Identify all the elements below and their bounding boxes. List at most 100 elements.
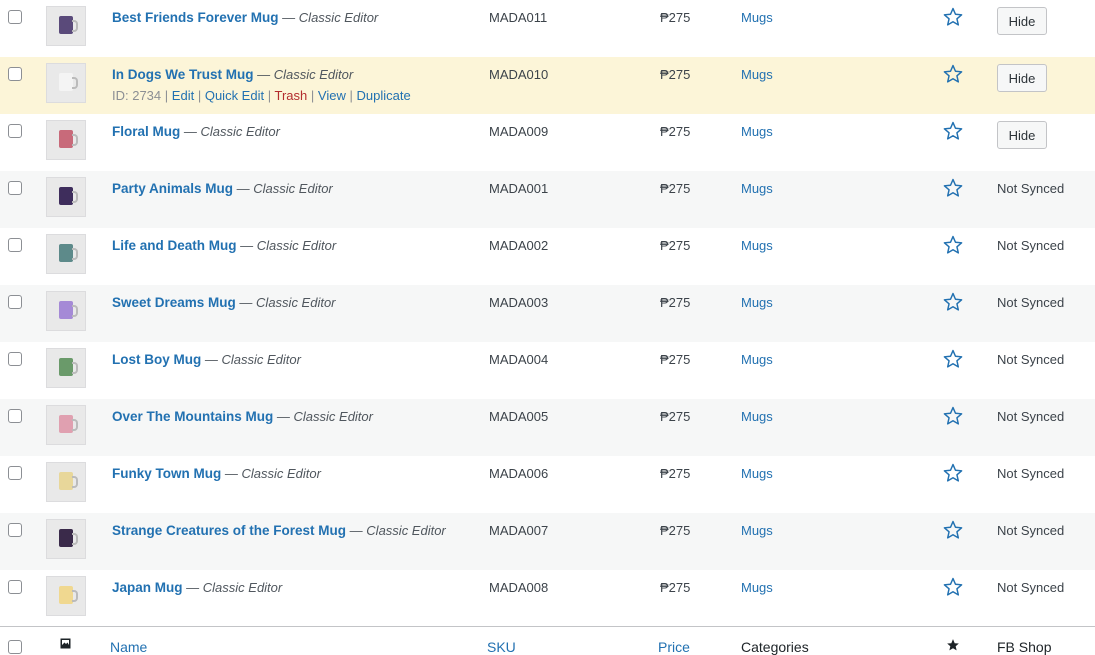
product-name-link[interactable]: In Dogs We Trust Mug xyxy=(112,67,254,82)
product-name-link[interactable]: Sweet Dreams Mug xyxy=(112,295,236,310)
star-icon[interactable] xyxy=(942,348,964,370)
trash-link[interactable]: Trash xyxy=(275,88,308,103)
row-checkbox[interactable] xyxy=(8,67,22,81)
star-icon[interactable] xyxy=(942,6,964,28)
product-name-link[interactable]: Floral Mug xyxy=(112,124,180,139)
divider: | xyxy=(164,88,169,103)
product-name-link[interactable]: Over The Mountains Mug xyxy=(112,409,273,424)
row-checkbox[interactable] xyxy=(8,409,22,423)
mug-image xyxy=(59,301,78,319)
column-price-header[interactable]: Price xyxy=(658,639,690,655)
category-link[interactable]: Mugs xyxy=(741,124,773,139)
category-link[interactable]: Mugs xyxy=(741,523,773,538)
star-icon[interactable] xyxy=(942,177,964,199)
hide-button[interactable]: Hide xyxy=(997,121,1047,149)
editor-label: Classic Editor xyxy=(200,124,280,139)
mug-image xyxy=(59,73,78,91)
hide-button[interactable]: Hide xyxy=(997,7,1047,35)
table-row: Sweet Dreams Mug — Classic Editor MADA003… xyxy=(0,285,1095,342)
product-thumbnail[interactable] xyxy=(46,576,86,616)
separator: — xyxy=(257,67,271,82)
star-icon[interactable] xyxy=(942,63,964,85)
category-link[interactable]: Mugs xyxy=(741,67,773,82)
view-link[interactable]: View xyxy=(318,88,346,103)
column-fb-shop-header: FB Shop xyxy=(997,639,1052,655)
table-row: Japan Mug — Classic Editor MADA008 ₱275 Mug… xyxy=(0,570,1095,627)
row-checkbox[interactable] xyxy=(8,181,22,195)
table-row: Best Friends Forever Mug — Classic Edito… xyxy=(0,0,1095,57)
product-thumbnail[interactable] xyxy=(46,405,86,445)
category-link[interactable]: Mugs xyxy=(741,352,773,367)
mug-image xyxy=(59,358,78,376)
category-link[interactable]: Mugs xyxy=(741,10,773,25)
divider: | xyxy=(310,88,315,103)
table-row: Over The Mountains Mug — Classic Editor M… xyxy=(0,399,1095,456)
product-thumbnail[interactable] xyxy=(46,6,86,46)
product-thumbnail[interactable] xyxy=(46,177,86,217)
duplicate-link[interactable]: Duplicate xyxy=(356,88,410,103)
sku-value: MADA007 xyxy=(489,523,549,538)
sku-value: MADA005 xyxy=(489,409,549,424)
editor-label: Classic Editor xyxy=(298,10,379,25)
quick-edit-link[interactable]: Quick Edit xyxy=(205,88,264,103)
product-thumbnail[interactable] xyxy=(46,120,86,160)
category-link[interactable]: Mugs xyxy=(741,409,773,424)
separator: — xyxy=(224,466,238,481)
sku-value: MADA010 xyxy=(489,67,549,82)
product-thumbnail[interactable] xyxy=(46,519,86,559)
product-thumbnail[interactable] xyxy=(46,63,86,103)
mug-image xyxy=(59,529,78,547)
separator: — xyxy=(240,238,254,253)
edit-link[interactable]: Edit xyxy=(172,88,194,103)
product-id: ID: 2734 xyxy=(112,88,162,103)
product-name-link[interactable]: Life and Death Mug xyxy=(112,238,237,253)
sku-value: MADA008 xyxy=(489,580,549,595)
product-name-link[interactable]: Japan Mug xyxy=(112,580,183,595)
editor-label: Classic Editor xyxy=(221,352,301,367)
price-value: ₱275 xyxy=(660,238,691,253)
row-checkbox[interactable] xyxy=(8,523,22,537)
column-sku-header[interactable]: SKU xyxy=(487,639,516,655)
star-icon[interactable] xyxy=(942,519,964,541)
category-link[interactable]: Mugs xyxy=(741,181,773,196)
divider: | xyxy=(197,88,202,103)
separator: — xyxy=(236,181,250,196)
category-link[interactable]: Mugs xyxy=(741,580,773,595)
star-icon[interactable] xyxy=(942,234,964,256)
product-name-link[interactable]: Best Friends Forever Mug xyxy=(112,10,279,25)
category-link[interactable]: Mugs xyxy=(741,238,773,253)
column-name-header[interactable]: Name xyxy=(110,639,147,655)
product-thumbnail[interactable] xyxy=(46,234,86,274)
star-icon[interactable] xyxy=(942,405,964,427)
divider: | xyxy=(267,88,272,103)
table-row: Life and Death Mug — Classic Editor MADA0… xyxy=(0,228,1095,285)
price-value: ₱275 xyxy=(660,466,691,481)
star-icon[interactable] xyxy=(942,462,964,484)
product-thumbnail[interactable] xyxy=(46,462,86,502)
star-icon[interactable] xyxy=(942,576,964,598)
separator: — xyxy=(282,10,296,25)
fb-sync-status: Not Synced xyxy=(997,523,1065,538)
row-checkbox[interactable] xyxy=(8,580,22,594)
product-title: Sweet Dreams Mug — Classic Editor xyxy=(112,295,336,310)
product-title: Japan Mug — Classic Editor xyxy=(112,580,282,595)
fb-sync-status: Not Synced xyxy=(997,409,1065,424)
row-checkbox[interactable] xyxy=(8,295,22,309)
product-thumbnail[interactable] xyxy=(46,291,86,331)
star-icon[interactable] xyxy=(942,291,964,313)
row-checkbox[interactable] xyxy=(8,10,22,24)
product-name-link[interactable]: Lost Boy Mug xyxy=(112,352,201,367)
product-thumbnail[interactable] xyxy=(46,348,86,388)
product-name-link[interactable]: Strange Creatures of the Forest Mug xyxy=(112,523,346,538)
hide-button[interactable]: Hide xyxy=(997,64,1047,92)
row-checkbox[interactable] xyxy=(8,124,22,138)
row-checkbox[interactable] xyxy=(8,352,22,366)
star-icon[interactable] xyxy=(942,120,964,142)
featured-star-icon[interactable] xyxy=(946,638,960,652)
product-name-link[interactable]: Funky Town Mug xyxy=(112,466,221,481)
category-link[interactable]: Mugs xyxy=(741,466,773,481)
row-checkbox[interactable] xyxy=(8,238,22,252)
row-checkbox[interactable] xyxy=(8,466,22,480)
product-name-link[interactable]: Party Animals Mug xyxy=(112,181,233,196)
category-link[interactable]: Mugs xyxy=(741,295,773,310)
